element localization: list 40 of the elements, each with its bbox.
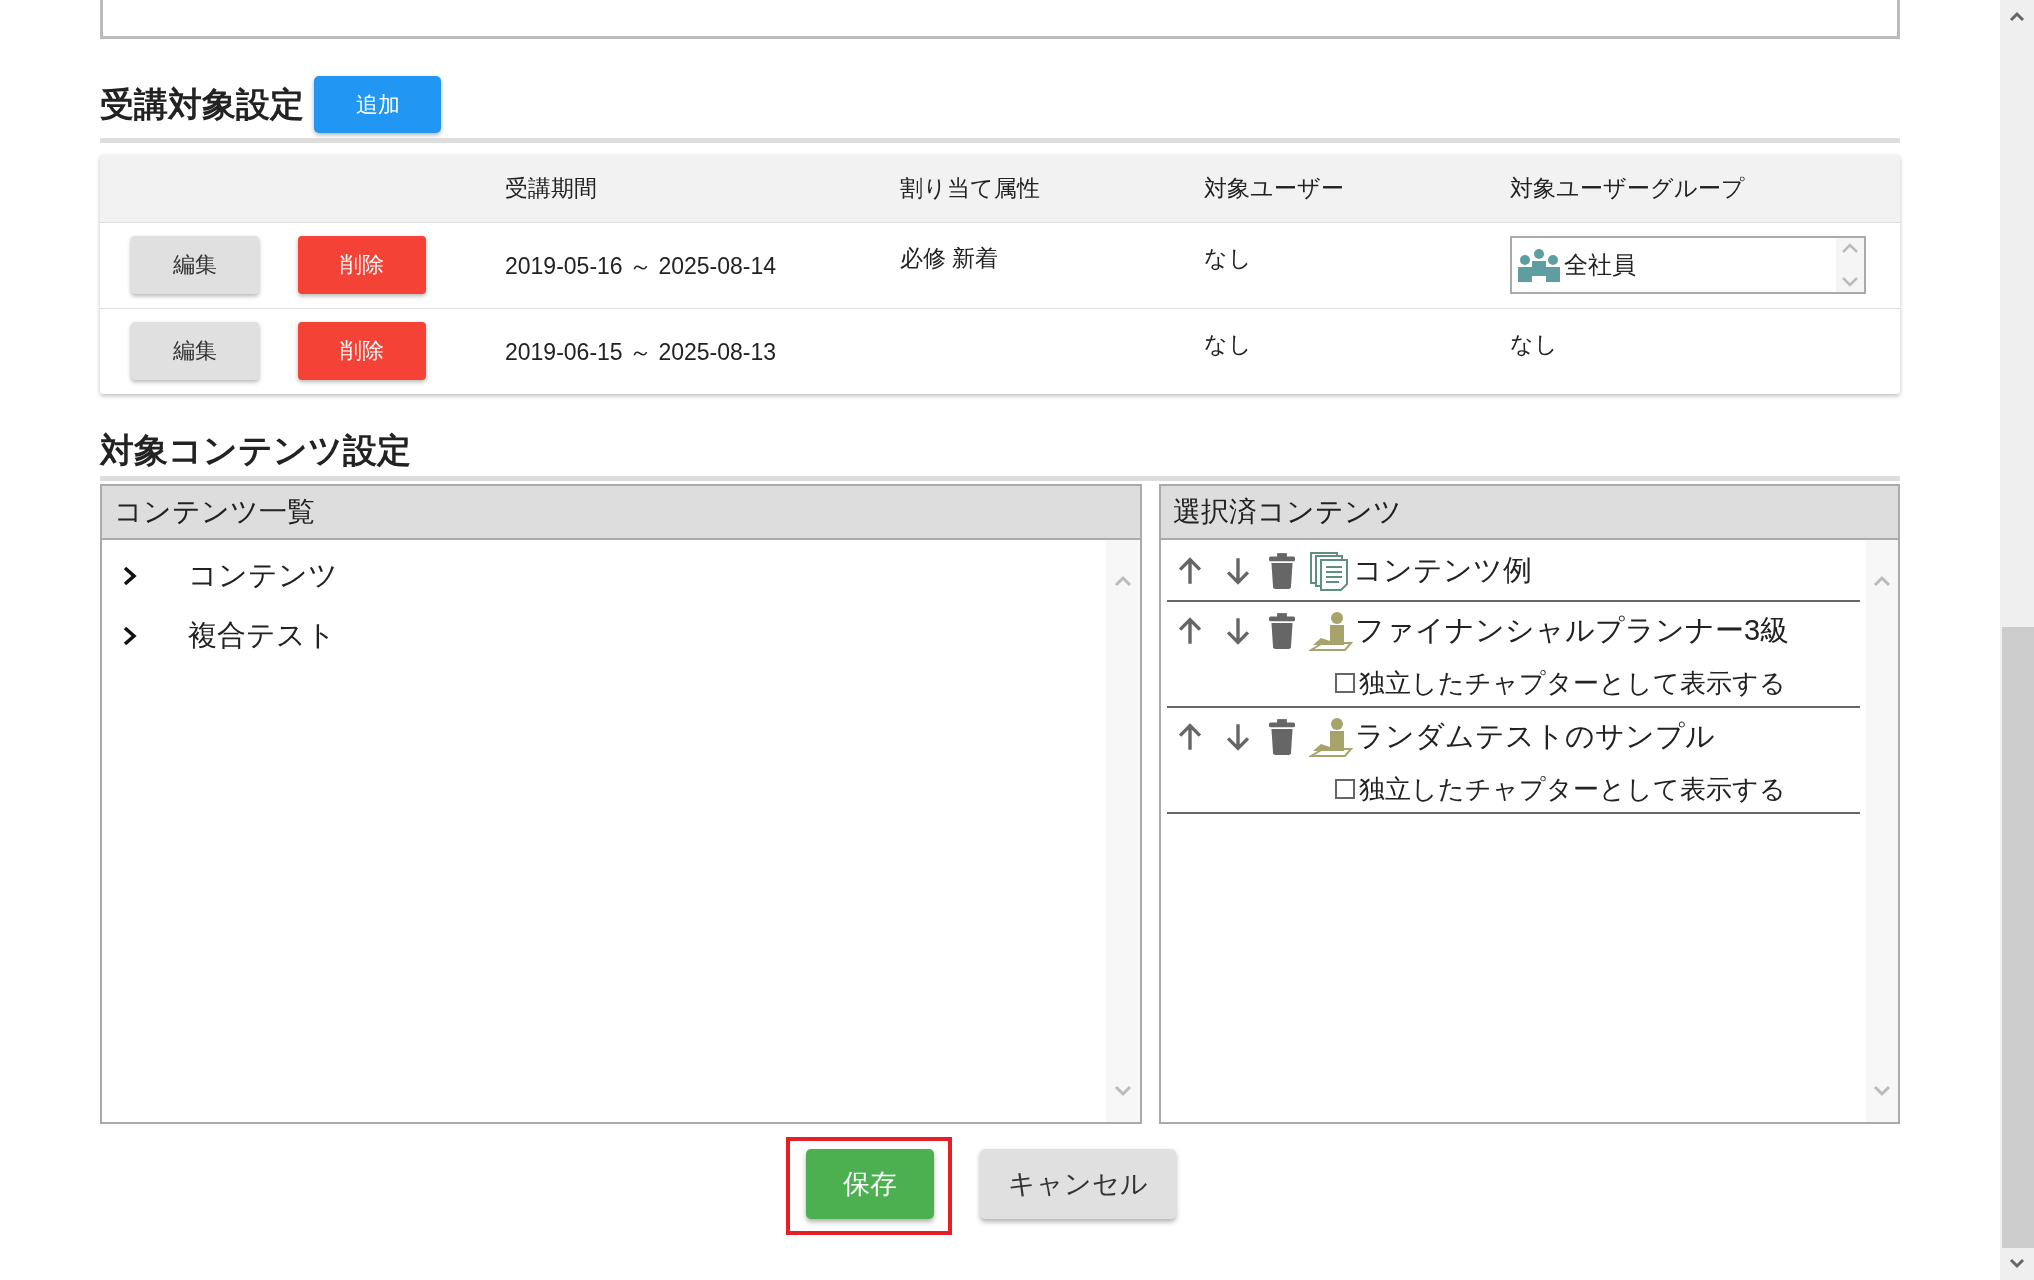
column-header: 受講期間	[505, 174, 598, 203]
document-stack-icon	[1309, 551, 1351, 591]
edit-button[interactable]: 編集	[131, 322, 259, 380]
table-cell-text: 必修 新着	[900, 244, 1000, 273]
checkbox-label[interactable]: 独立したチャプターとして表示する	[1359, 771, 1786, 807]
delete-button[interactable]: 削除	[298, 322, 426, 380]
page-scrollbar[interactable]	[2000, 0, 2034, 1280]
tree-item[interactable]: 複合テスト	[188, 616, 336, 656]
column-header: 対象ユーザー	[1204, 174, 1345, 203]
panel-header: コンテンツ一覧	[102, 486, 1140, 540]
cancel-button[interactable]: キャンセル	[980, 1149, 1176, 1219]
delete-button[interactable]: 削除	[298, 236, 426, 294]
content-title: ファイナンシャルプランナー3級	[1355, 613, 1790, 648]
trash-icon[interactable]	[1269, 553, 1295, 589]
tree-item[interactable]: コンテンツ	[188, 556, 338, 596]
table-cell-text: なし	[1204, 244, 1253, 273]
table-cell-text: なし	[1510, 330, 1559, 359]
group-option[interactable]: 全社員	[1564, 249, 1636, 281]
checkbox[interactable]	[1335, 779, 1355, 799]
chevron-icon[interactable]	[122, 565, 138, 587]
section-heading: 受講対象設定	[100, 83, 304, 125]
trash-icon[interactable]	[1269, 613, 1295, 649]
user-group-list[interactable]: 全社員	[1510, 236, 1866, 294]
table-cell-text: 2019-06-15 ～ 2025-08-13	[505, 338, 778, 367]
table-cell-text: 2019-05-16 ～ 2025-08-14	[505, 252, 778, 281]
edit-button[interactable]: 編集	[131, 236, 259, 294]
column-header: 割り当て属性	[900, 174, 1041, 203]
content-title: ランダムテストのサンプル	[1355, 719, 1715, 754]
section-heading: 対象コンテンツ設定	[100, 430, 411, 471]
trash-icon[interactable]	[1269, 719, 1295, 755]
person-at-desk-icon	[1309, 717, 1353, 757]
people-group-icon	[1516, 248, 1562, 282]
checkbox-label[interactable]: 独立したチャプターとして表示する	[1359, 665, 1786, 701]
column-header: 対象ユーザーグループ	[1510, 174, 1746, 203]
panel-header: 選択済コンテンツ	[1161, 486, 1898, 540]
person-at-desk-icon	[1309, 611, 1353, 651]
table-cell-text: なし	[1204, 330, 1253, 359]
content-title: コンテンツ例	[1353, 553, 1532, 588]
chevron-icon[interactable]	[122, 625, 138, 647]
checkbox[interactable]	[1335, 673, 1355, 693]
